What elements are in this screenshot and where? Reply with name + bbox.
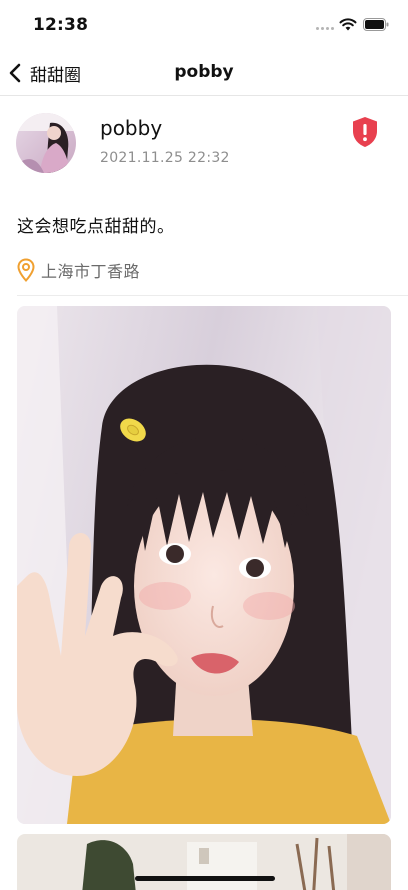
status-time: 12:38 (33, 15, 89, 35)
signal-icon (316, 27, 334, 31)
status-bar: 12:38 (0, 0, 408, 50)
wifi-icon (339, 18, 357, 31)
battery-icon (363, 18, 389, 31)
location[interactable]: 上海市丁香路 (17, 258, 140, 282)
location-label: 上海市丁香路 (41, 262, 141, 281)
username[interactable]: pobby (100, 116, 162, 140)
shield-alert-icon[interactable] (351, 116, 379, 148)
post-photo-2[interactable] (17, 834, 391, 890)
post-timestamp: 2021.11.25 22:32 (100, 150, 230, 166)
divider (17, 295, 408, 296)
page-title: pobby (174, 62, 234, 82)
post-photo[interactable] (17, 306, 391, 824)
post-text: 这会想吃点甜甜的。 (17, 217, 175, 237)
location-pin-icon (17, 258, 35, 282)
home-indicator (135, 876, 275, 881)
avatar[interactable] (16, 113, 76, 173)
nav-bar: 甜甜圈 pobby (0, 50, 408, 96)
